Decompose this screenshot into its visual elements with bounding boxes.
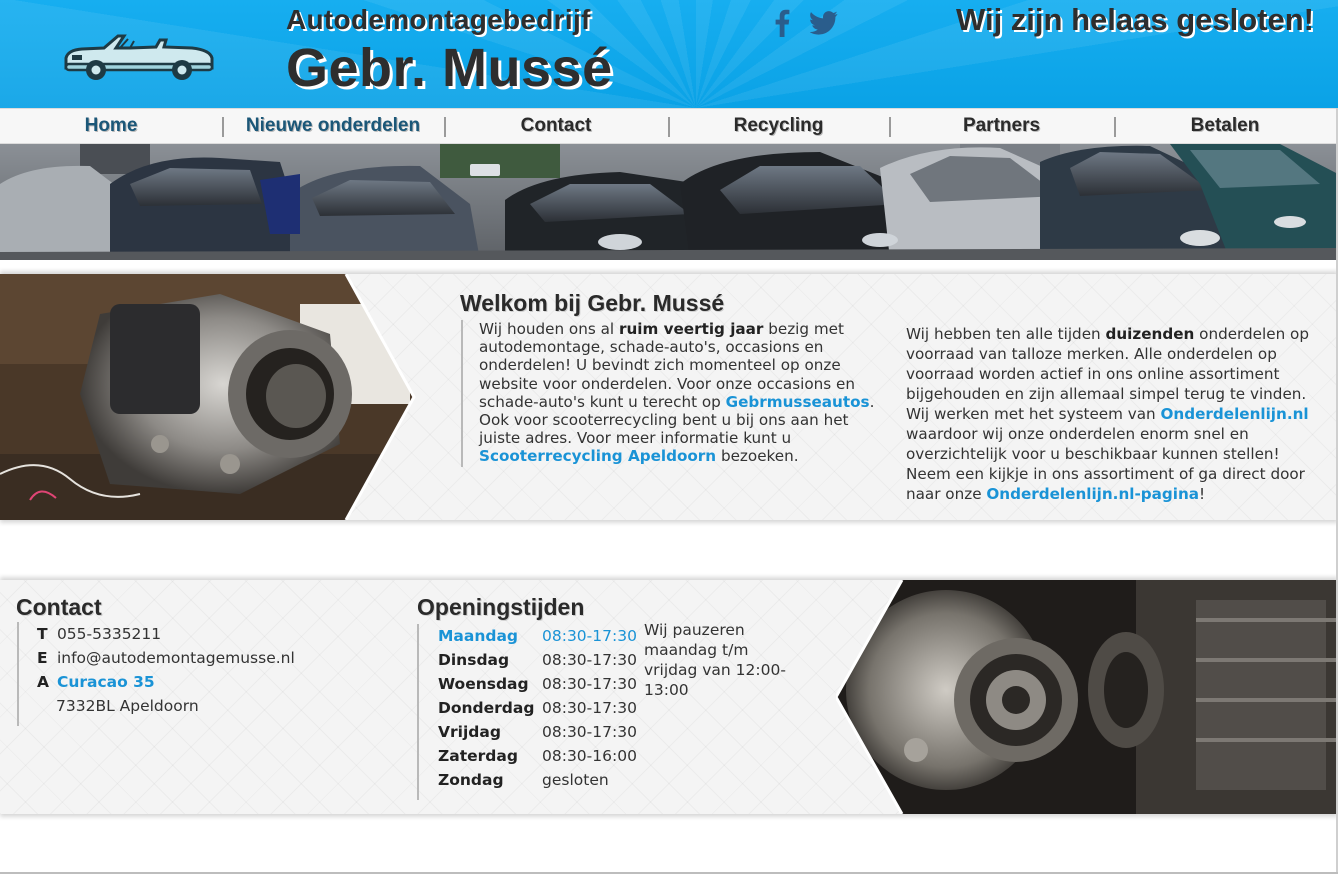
welcome-intro-text: Wij houden ons al ruim veertig jaar bezi… [461, 320, 889, 467]
city-line: 7332BL Apeldoorn [56, 697, 199, 715]
hours-day: Zaterdag [438, 747, 518, 765]
site-title[interactable]: Gebr. Mussé [286, 36, 613, 100]
nav-item-label: Home [84, 115, 138, 136]
throttle-body-photo [0, 274, 416, 520]
nav-item-recycling[interactable]: Recycling [668, 109, 889, 143]
email-label: E [37, 649, 48, 667]
contact-details: T 055-5335211 E info@autodemontagemusse.… [17, 622, 317, 726]
twitter-icon[interactable] [810, 8, 838, 38]
contact-heading: Contact [16, 594, 102, 620]
street-link[interactable]: Curacao 35 [57, 673, 155, 691]
hours-day: Maandag [438, 627, 519, 645]
gebrmusseautos-link[interactable]: Gebrmusseautos [726, 393, 870, 411]
hours-time: 08:30-17:30 [542, 699, 637, 717]
footer-section: Contact T 055-5335211 E info@autodemonta… [0, 580, 1338, 814]
email-line: E info@autodemontagemusse.nl [37, 646, 317, 670]
opening-hours-heading: Openingstijden [417, 594, 585, 620]
scooterrecycling-link[interactable]: Scooterrecycling Apeldoorn [479, 447, 716, 465]
hours-row: Woensdag 08:30-17:30 [438, 672, 642, 696]
emphasis-text: duizenden [1105, 325, 1195, 343]
onderdelenlijn-link[interactable]: Onderdelenlijn.nl [1161, 405, 1309, 423]
text-fragment: Wij houden ons al [479, 320, 619, 338]
scrapyard-banner-image [0, 144, 1338, 260]
text-fragment: bezoeken. [716, 447, 799, 466]
hours-day: Woensdag [438, 675, 529, 693]
text-fragment: ! [1199, 485, 1206, 503]
hours-time: 08:30-17:30 [542, 723, 637, 741]
alternator-photo [836, 580, 1338, 814]
hours-day: Donderdag [438, 699, 535, 717]
hours-row: Vrijdag 08:30-17:30 [438, 720, 642, 744]
nav-item-betalen[interactable]: Betalen [1114, 109, 1336, 143]
email-address[interactable]: info@autodemontagemusse.nl [57, 649, 295, 667]
phone-line: T 055-5335211 [37, 622, 317, 646]
main-nav: Home Nieuwe onderdelen Contact Recycling… [0, 108, 1338, 144]
nav-item-home[interactable]: Home [0, 109, 222, 143]
phone-number[interactable]: 055-5335211 [57, 625, 161, 643]
hours-time: gesloten [542, 771, 609, 789]
welcome-section: Welkom bij Gebr. Mussé Wij houden ons al… [0, 274, 1338, 520]
address-label: A [37, 673, 49, 691]
closed-notice: Wij zijn helaas gesloten! [955, 2, 1314, 37]
hours-time: 08:30-16:00 [542, 747, 637, 765]
phone-label: T [37, 625, 48, 643]
hours-row: Maandag 08:30-17:30 [438, 624, 642, 648]
opening-hours-table: Maandag 08:30-17:30 Dinsdag 08:30-17:30 Wo… [417, 624, 642, 800]
nav-item-label: Nieuwe onderdelen [245, 115, 421, 136]
hours-day: Dinsdag [438, 651, 510, 669]
hours-time: 08:30-17:30 [542, 675, 637, 693]
onderdelenlijn-page-link[interactable]: Onderdelenlijn.nl-pagina [986, 485, 1199, 503]
car-logo-icon[interactable] [60, 28, 216, 84]
social-links [768, 8, 838, 38]
facebook-icon[interactable] [768, 8, 796, 38]
emphasis-text: ruim veertig jaar [618, 320, 764, 338]
hours-row: Dinsdag 08:30-17:30 [438, 648, 642, 672]
hours-time: 08:30-17:30 [542, 651, 637, 669]
nav-item-label: Betalen [1190, 115, 1260, 136]
hours-day: Vrijdag [438, 723, 501, 741]
nav-item-label: Recycling [733, 115, 824, 136]
hours-row: Donderdag 08:30-17:30 [438, 696, 642, 720]
nav-item-contact[interactable]: Contact [444, 109, 668, 143]
text-fragment: Wij hebben ten alle tijden [906, 325, 1106, 343]
header-subtitle: Autodemontagebedrijf [286, 4, 591, 35]
lunch-break-note: Wij pauzeren maandag t/m vrijdag van 12:… [644, 621, 786, 699]
nav-item-label: Partners [962, 115, 1041, 136]
hours-row: Zondag gesloten [438, 768, 642, 792]
hours-row: Zaterdag 08:30-16:00 [438, 744, 642, 768]
nav-item-partners[interactable]: Partners [889, 109, 1114, 143]
nav-item-label: Contact [520, 115, 592, 136]
site-header: Autodemontagebedrijf Gebr. Mussé Wij zij… [0, 0, 1338, 108]
welcome-parts-text: Wij hebben ten alle tijden duizenden ond… [906, 324, 1316, 504]
welcome-heading: Welkom bij Gebr. Mussé [460, 290, 725, 316]
hours-time: 08:30-17:30 [542, 627, 637, 645]
address-line: A Curacao 35 [37, 670, 317, 694]
nav-item-nieuwe-onderdelen[interactable]: Nieuwe onderdelen [222, 109, 444, 143]
hours-day: Zondag [438, 771, 504, 789]
